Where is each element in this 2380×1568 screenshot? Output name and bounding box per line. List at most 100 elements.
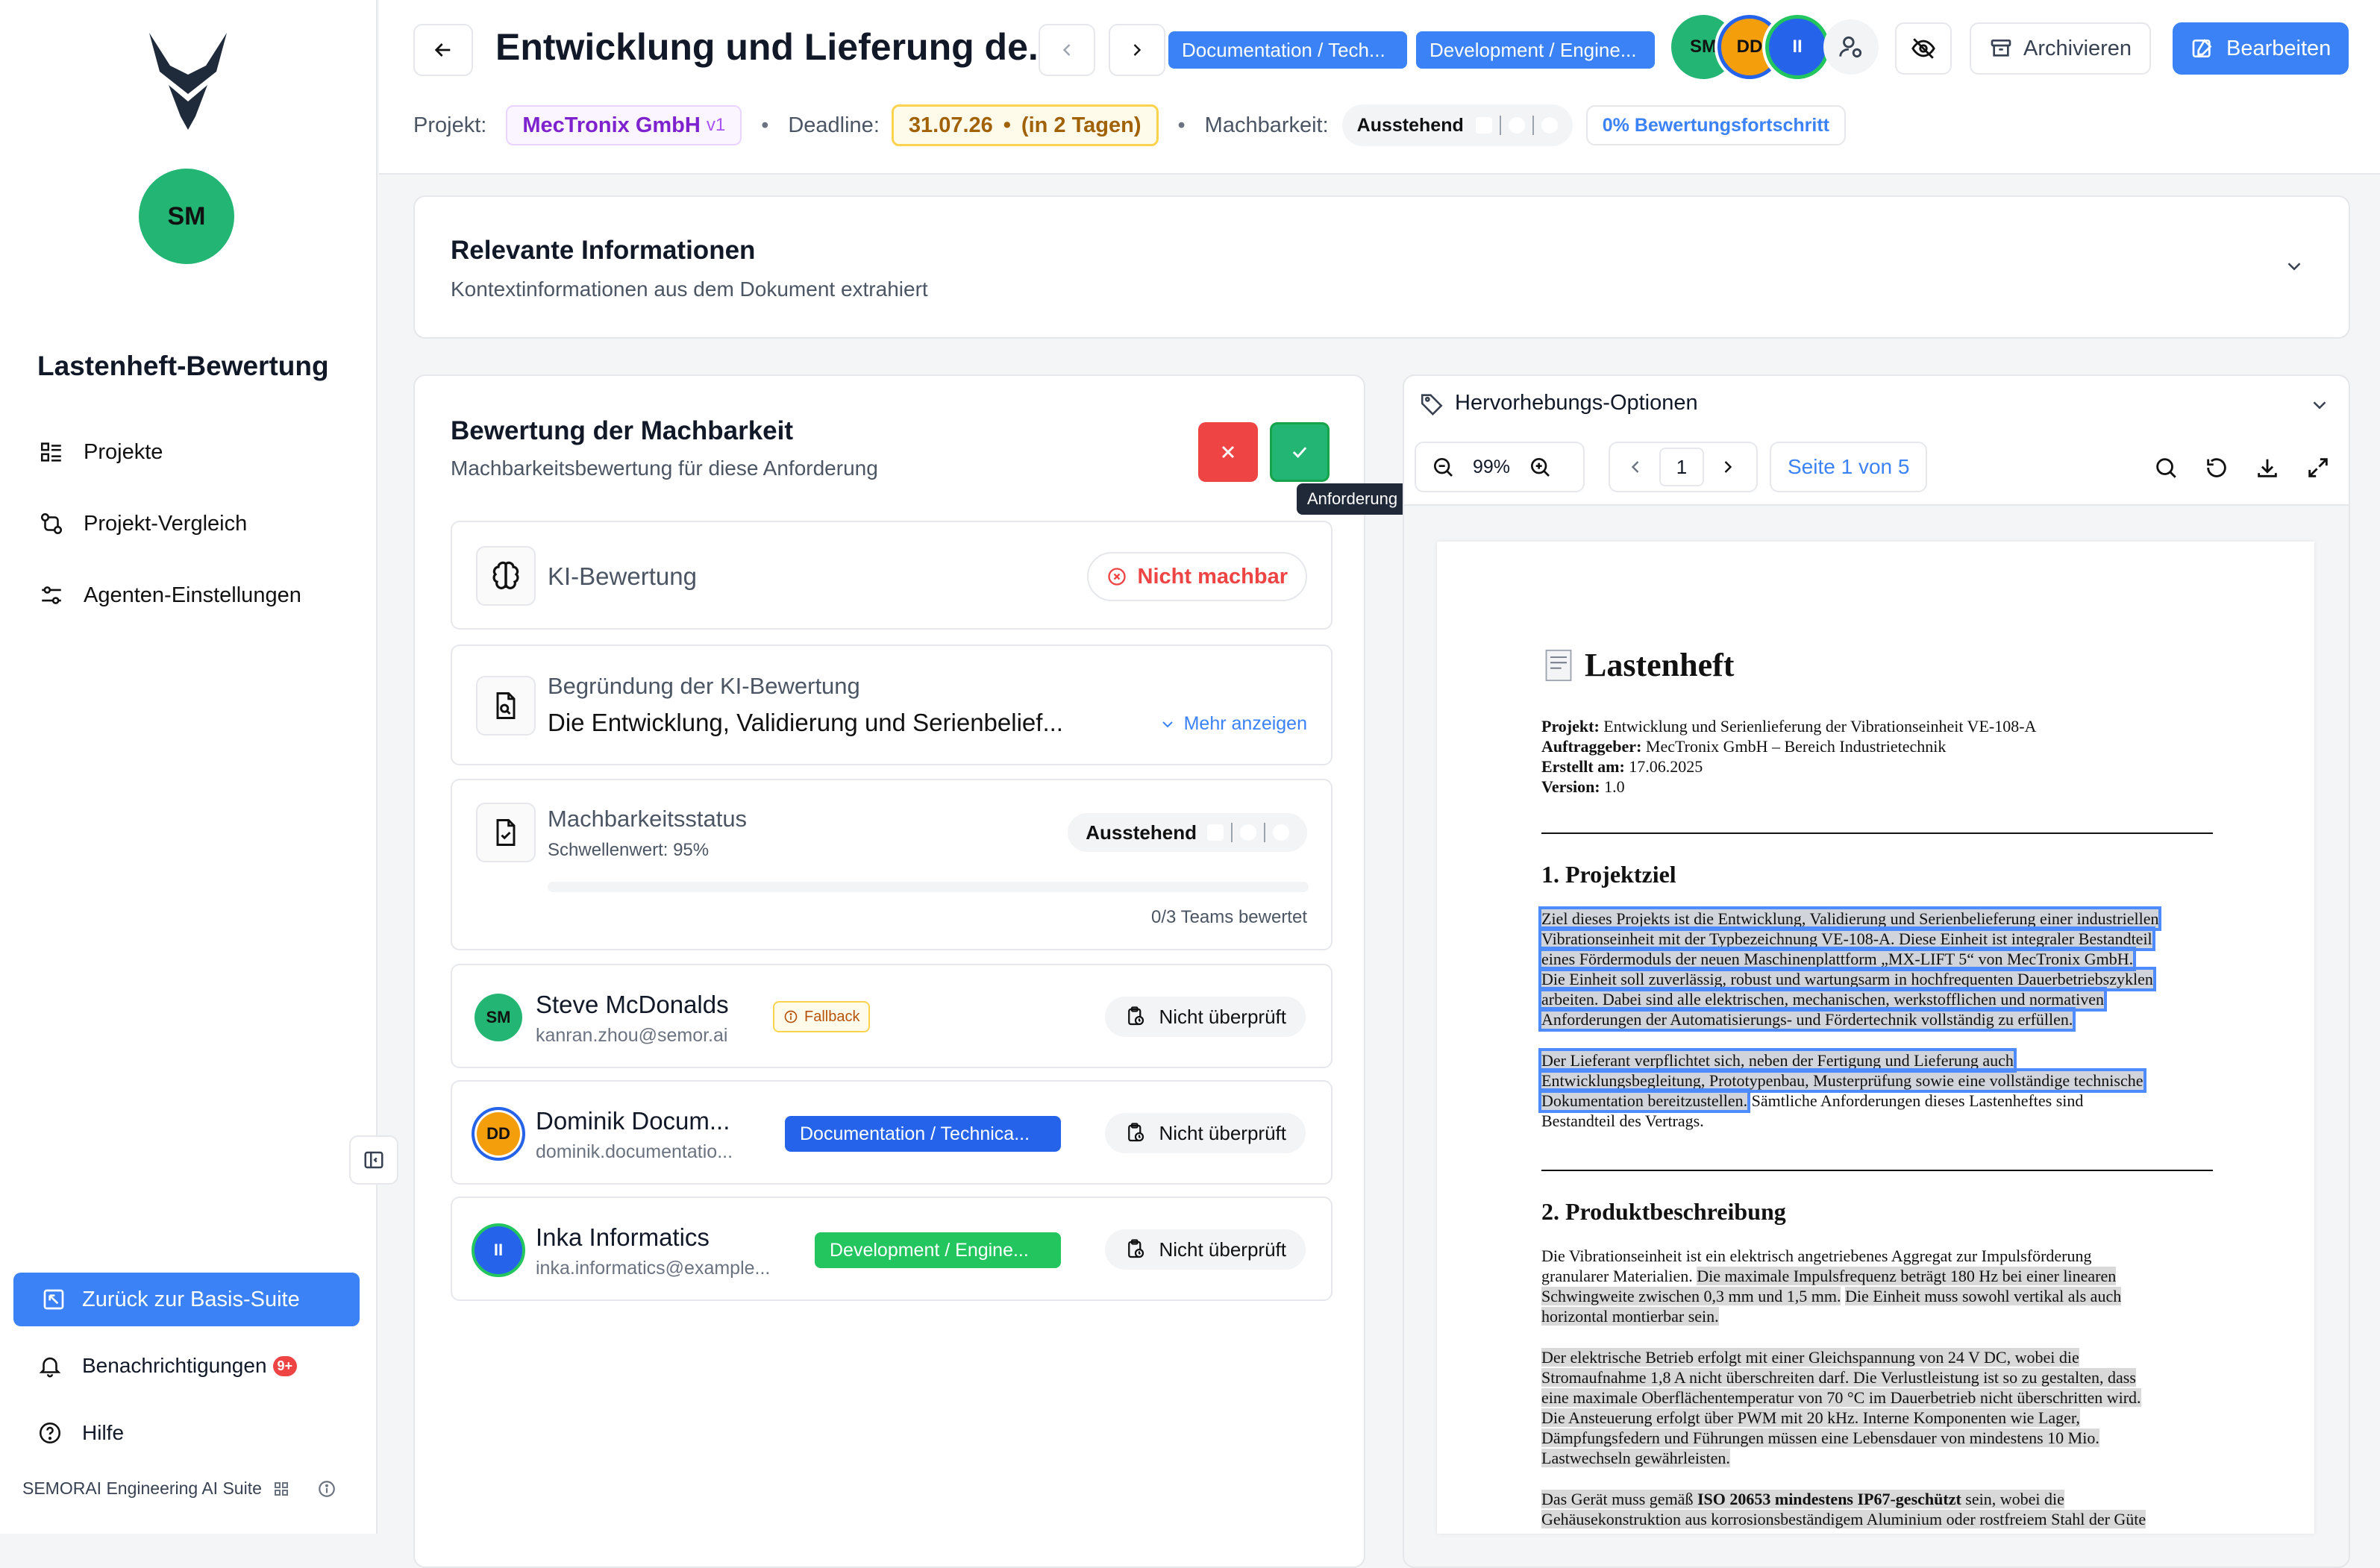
sidebar-toggle-icon xyxy=(364,1151,383,1169)
rotate-icon[interactable] xyxy=(2204,455,2229,480)
edit-button[interactable]: Bearbeiten xyxy=(2173,22,2349,75)
help-link[interactable]: Hilfe xyxy=(37,1420,124,1446)
document-search-icon xyxy=(476,676,536,736)
page-title: Entwicklung und Lieferung de... xyxy=(495,26,1059,68)
close-icon xyxy=(1221,445,1235,459)
accept-button[interactable] xyxy=(1270,422,1330,482)
next-requirement-button[interactable] xyxy=(1109,24,1165,76)
review-status-button[interactable]: Nicht überprüft xyxy=(1105,1229,1306,1270)
back-button[interactable] xyxy=(413,24,473,76)
previous-requirement-button[interactable] xyxy=(1039,24,1095,76)
ki-reasoning-row: Begründung der KI-Bewertung Die Entwickl… xyxy=(451,645,1333,765)
doc-meta: Projekt: Entwicklung und Serienlieferung… xyxy=(1541,716,2036,797)
chevron-right-icon xyxy=(1133,44,1142,56)
toggle-visibility-button[interactable] xyxy=(1895,22,1952,75)
nav-projekte[interactable]: Projekte xyxy=(39,434,163,470)
team-chip: Documentation / Technica... xyxy=(785,1116,1061,1152)
separator-dot: • xyxy=(1177,113,1186,137)
back-suite-icon xyxy=(43,1289,64,1310)
doc-meta-line: Erstellt am: 17.06.2025 xyxy=(1541,756,2036,777)
eye-off-icon xyxy=(1911,38,1935,59)
project-badge[interactable]: MecTronix GmbH v1 xyxy=(506,105,742,145)
doc-text: granularer Materialien. xyxy=(1541,1267,1693,1285)
highlighted-line: Dokumentation bereitzustellen. xyxy=(1538,1088,1751,1113)
highlight-options-bar[interactable]: Hervorhebungs-Optionen xyxy=(1403,374,2350,431)
user-avatar[interactable]: SM xyxy=(139,169,234,264)
back-to-suite-button[interactable]: Zurück zur Basis-Suite xyxy=(13,1273,360,1326)
brain-icon xyxy=(476,546,536,606)
project-version: v1 xyxy=(706,115,726,135)
help-label: Hilfe xyxy=(82,1421,125,1444)
doc-paragraph: Das Gerät muss gemäß ISO 20653 mindesten… xyxy=(1541,1489,2146,1529)
doc-meta-line: Projekt: Entwicklung und Serienlieferung… xyxy=(1541,716,2036,736)
member-email: kanran.zhou@semor.ai xyxy=(536,1025,728,1046)
notifications-link[interactable]: Benachrichtigungen 9+ xyxy=(37,1353,298,1379)
manage-assignees-button[interactable] xyxy=(1823,19,1879,75)
highlight-options-label: Hervorhebungs-Optionen xyxy=(1455,391,1698,415)
reason-label: Begründung der KI-Bewertung xyxy=(548,673,860,699)
deadline-badge: 31.07.26 • (in 2 Tagen) xyxy=(891,104,1159,146)
meta-key: Auftraggeber: xyxy=(1541,737,1642,756)
collapse-sidebar-button[interactable] xyxy=(349,1135,398,1185)
highlighted-line: Der Lieferant verpflichtet sich, neben d… xyxy=(1538,1048,2017,1073)
zoom-in-icon[interactable] xyxy=(1528,455,1552,479)
nav-projekt-vergleich[interactable]: Projekt-Vergleich xyxy=(39,506,247,542)
chevron-down-icon[interactable] xyxy=(2283,255,2305,277)
feasibility-status[interactable]: Ausstehend xyxy=(1341,104,1573,146)
team-tag[interactable]: Development / Engine... xyxy=(1416,31,1655,69)
member-email: dominik.documentatio... xyxy=(536,1141,733,1162)
highlighted-line: Vibrationseinheit mit der Typbezeichnung… xyxy=(1538,926,2155,951)
chevron-right-icon[interactable] xyxy=(1717,457,1738,477)
highlighted-line: Ziel dieses Projekts ist die Entwicklung… xyxy=(1538,906,2162,931)
ki-result-label: Nicht machbar xyxy=(1137,564,1288,589)
back-suite-label: Zurück zur Basis-Suite xyxy=(82,1287,300,1311)
download-icon[interactable] xyxy=(2255,455,2280,480)
chevron-left-icon[interactable] xyxy=(1625,457,1646,477)
highlighted-line: eines Fördermoduls der neuen Maschinenpl… xyxy=(1538,947,2137,971)
compare-icon xyxy=(40,512,63,535)
deadline-dot: • xyxy=(1003,113,1011,137)
edit-label: Bearbeiten xyxy=(2226,36,2332,60)
sidebar: SM Lastenheft-Bewertung Projekte Projekt… xyxy=(0,0,378,1534)
search-icon[interactable] xyxy=(2153,455,2179,480)
review-status-label: Nicht überprüft xyxy=(1159,1121,1286,1144)
highlighted-paragraph[interactable]: Der Lieferant verpflichtet sich, neben d… xyxy=(1538,1048,2146,1131)
relevant-info-card[interactable]: Relevante Informationen Kontextinformati… xyxy=(413,195,2350,339)
highlighted-paragraph[interactable]: Ziel dieses Projekts ist die Entwicklung… xyxy=(1538,906,2162,1032)
avatar-ii[interactable]: II xyxy=(1765,15,1829,79)
chevron-left-icon xyxy=(1062,44,1071,56)
settings-icon xyxy=(42,586,61,604)
grid-icon[interactable] xyxy=(272,1480,290,1498)
review-status-button[interactable]: Nicht überprüft xyxy=(1105,1113,1306,1153)
highlighted-line: Stromaufnahme 1,8 A nicht überschreiten … xyxy=(1541,1368,2136,1387)
status-selector[interactable]: Ausstehend xyxy=(1068,813,1307,852)
notification-badge: 9+ xyxy=(272,1355,298,1376)
deadline-date: 31.07.26 xyxy=(908,113,993,137)
highlighted-line: Die Einheit soll zuverlässig, robust und… xyxy=(1538,967,2156,991)
doc-text-bold: ISO 20653 mindestens IP67-geschützt xyxy=(1697,1490,1961,1508)
show-more-link[interactable]: Mehr anzeigen xyxy=(1159,713,1307,735)
file-check-icon xyxy=(476,803,536,862)
zoom-level: 99% xyxy=(1473,456,1511,477)
archive-button[interactable]: Archivieren xyxy=(1970,22,2152,75)
doc-title: Lastenheft xyxy=(1585,647,1735,683)
fullscreen-icon[interactable] xyxy=(2305,455,2331,480)
status-label: Machbarkeitsstatus xyxy=(548,806,748,832)
zoom-out-icon[interactable] xyxy=(1431,455,1455,479)
nav-label: Projekt-Vergleich xyxy=(84,511,248,536)
archive-label: Archivieren xyxy=(2023,36,2132,60)
highlighted-line: Schwingweite zwischen 0,3 mm und 1,5 mm. xyxy=(1541,1287,1841,1305)
meta-key: Version: xyxy=(1541,777,1600,796)
pdf-toolbar: 99% 1 Seite 1 von 5 xyxy=(1403,431,2350,506)
archive-icon xyxy=(1991,40,2011,57)
highlighted-line: Lastwechseln gewährleisten. xyxy=(1541,1449,1730,1467)
info-circle-icon xyxy=(784,1010,798,1023)
reject-button[interactable] xyxy=(1198,422,1258,482)
assessment-title: Bewertung der Machbarkeit xyxy=(451,416,793,445)
team-tag[interactable]: Documentation / Tech... xyxy=(1168,31,1407,69)
member-avatar: II xyxy=(472,1223,525,1277)
info-icon[interactable] xyxy=(317,1479,336,1499)
review-status-button[interactable]: Nicht überprüft xyxy=(1105,997,1306,1037)
page-input[interactable]: 1 xyxy=(1659,448,1704,486)
nav-agenten-einstellungen[interactable]: Agenten-Einstellungen xyxy=(39,577,301,613)
